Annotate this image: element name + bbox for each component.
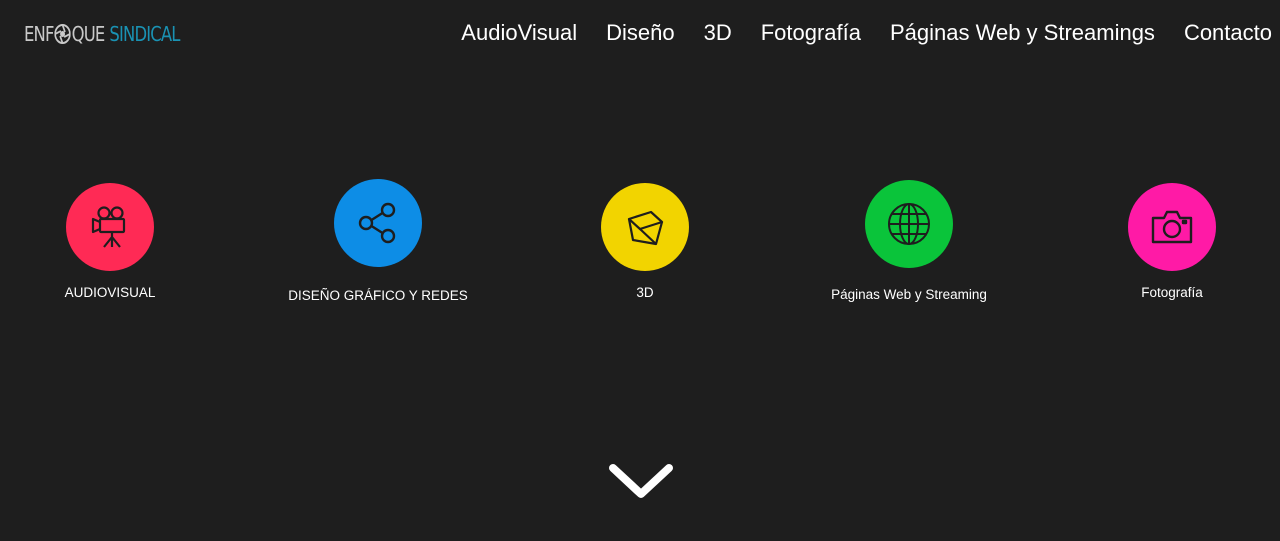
nav-paginas-web[interactable]: Páginas Web y Streamings	[890, 18, 1155, 48]
service-label: DISEÑO GRÁFICO Y REDES	[288, 288, 468, 303]
chevron-down-icon[interactable]	[607, 460, 675, 504]
service-icon-circle[interactable]	[66, 183, 154, 271]
main-nav: AudioVisual Diseño 3D Fotografía Páginas…	[461, 18, 1272, 48]
service-3d[interactable]: 3D	[525, 183, 765, 300]
logo-word-enf: ENF	[24, 22, 54, 46]
service-diseno[interactable]: DISEÑO GRÁFICO Y REDES	[258, 179, 498, 303]
globe-icon	[888, 203, 930, 245]
nav-3d[interactable]: 3D	[704, 18, 732, 48]
film-camera-icon	[91, 206, 126, 248]
cube-icon	[627, 210, 664, 246]
nav-fotografia[interactable]: Fotografía	[761, 18, 861, 48]
site-logo[interactable]: ENF QUE SINDICAL	[24, 19, 180, 49]
service-label: Páginas Web y Streaming	[831, 287, 987, 302]
logo-word-que: QUE	[71, 22, 106, 46]
service-label: 3D	[636, 285, 654, 300]
service-icon-circle[interactable]	[601, 183, 689, 271]
service-paginas-web[interactable]: Páginas Web y Streaming	[789, 180, 1029, 302]
service-audiovisual[interactable]: AUDIOVISUAL	[0, 183, 230, 300]
service-label: Fotografía	[1141, 285, 1203, 300]
service-fotografia[interactable]: Fotografía	[1052, 183, 1280, 300]
aperture-icon	[54, 24, 71, 44]
nav-diseno[interactable]: Diseño	[606, 18, 674, 48]
photo-camera-icon	[1151, 210, 1193, 244]
service-icon-circle[interactable]	[865, 180, 953, 268]
share-icon	[358, 202, 396, 244]
page: ENF QUE SINDICAL AudioVisual Diseño 3D F…	[0, 0, 1280, 541]
logo-word-sindical: SINDICAL	[109, 22, 180, 46]
service-icon-circle[interactable]	[334, 179, 422, 267]
service-label: AUDIOVISUAL	[64, 285, 156, 300]
service-icon-circle[interactable]	[1128, 183, 1216, 271]
nav-audiovisual[interactable]: AudioVisual	[461, 18, 577, 48]
nav-contacto[interactable]: Contacto	[1184, 18, 1272, 48]
